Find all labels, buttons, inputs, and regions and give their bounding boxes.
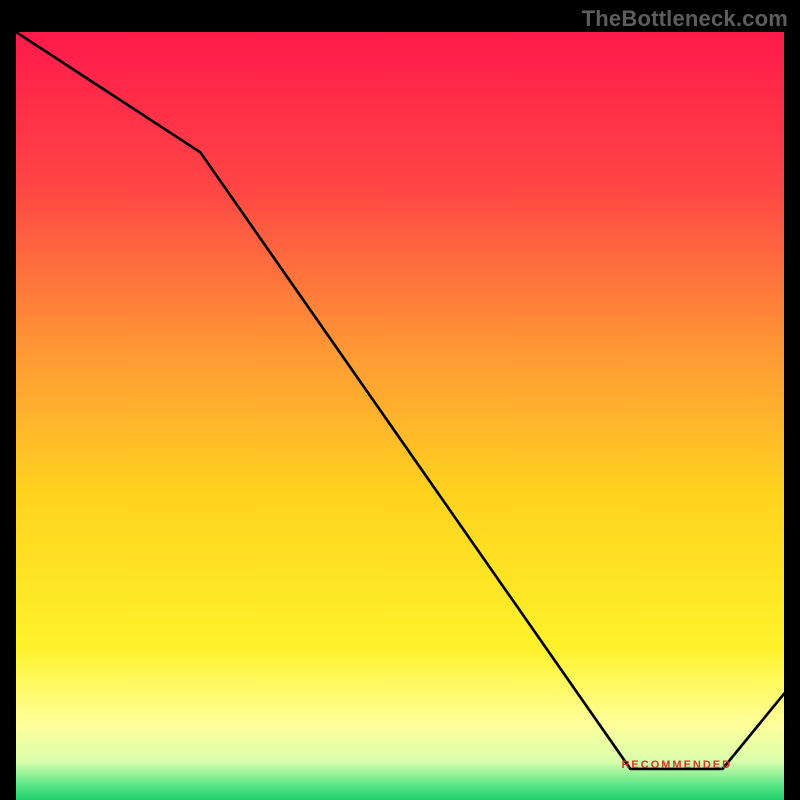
plot-area: RECOMMENDED <box>16 32 784 784</box>
recommended-label: RECOMMENDED <box>621 759 732 771</box>
watermark-text: TheBottleneck.com <box>582 6 788 32</box>
bottleneck-curve <box>16 32 784 784</box>
chart-stage: TheBottleneck.com RECOMMENDED <box>0 0 800 800</box>
